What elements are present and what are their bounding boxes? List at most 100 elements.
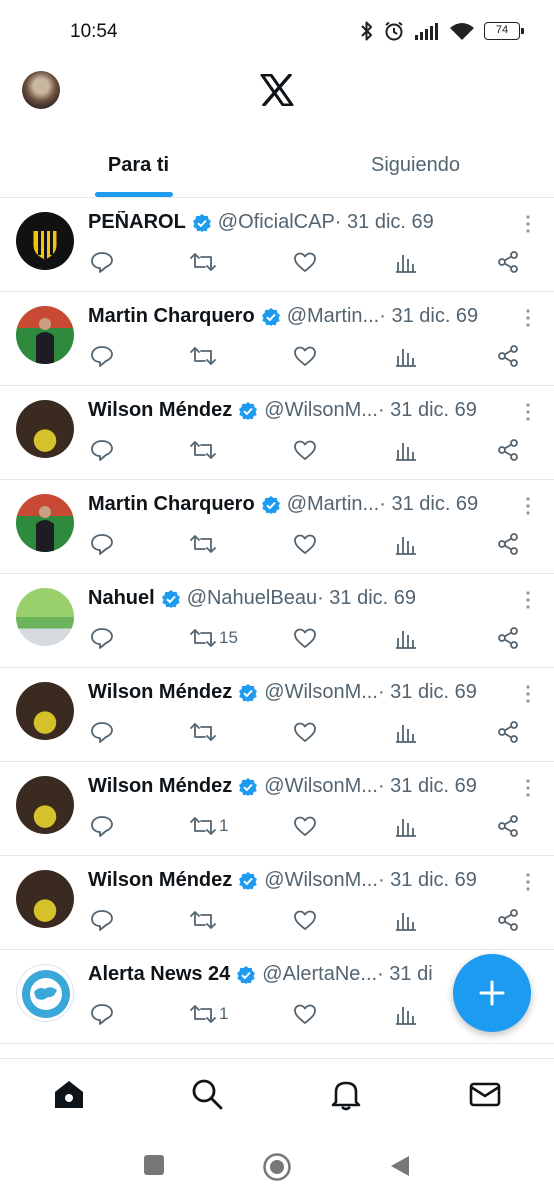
author-handle[interactable]: @NahuelBeau	[187, 587, 317, 610]
reply-button[interactable]	[90, 344, 114, 368]
tab-para-ti[interactable]: Para ti	[0, 130, 277, 197]
retweet-button[interactable]: 1	[190, 814, 228, 838]
tab-siguiendo[interactable]: Siguiendo	[277, 130, 554, 197]
retweet-button[interactable]: 1	[190, 1002, 228, 1026]
author-handle[interactable]: @WilsonM...	[264, 869, 378, 892]
like-button[interactable]	[293, 908, 317, 932]
share-button[interactable]	[496, 908, 520, 932]
retweet-button[interactable]	[190, 438, 219, 462]
like-button[interactable]	[293, 626, 317, 650]
avatar[interactable]	[16, 682, 74, 740]
more-options-icon[interactable]	[526, 497, 530, 515]
nav-home-button[interactable]	[52, 1077, 86, 1116]
recent-apps-button[interactable]	[143, 1154, 165, 1181]
author-name[interactable]: Martin Charquero	[88, 493, 255, 516]
share-button[interactable]	[496, 532, 520, 556]
like-button[interactable]	[293, 532, 317, 556]
more-options-icon[interactable]	[526, 779, 530, 797]
author-name[interactable]: PEÑAROL	[88, 211, 186, 234]
reply-button[interactable]	[90, 626, 114, 650]
avatar[interactable]	[16, 212, 74, 270]
author-handle[interactable]: @OficialCAP	[218, 211, 335, 234]
compose-button[interactable]	[453, 954, 531, 1032]
avatar[interactable]	[16, 964, 74, 1022]
more-options-icon[interactable]	[526, 873, 530, 891]
share-button[interactable]	[496, 250, 520, 274]
avatar[interactable]	[16, 870, 74, 928]
tweet-header: Martin Charquero @Martin... · 31 dic. 69	[88, 493, 506, 516]
avatar[interactable]	[16, 306, 74, 364]
like-button[interactable]	[293, 250, 317, 274]
views-button[interactable]	[395, 344, 417, 368]
retweet-button[interactable]	[190, 720, 219, 744]
more-options-icon[interactable]	[526, 591, 530, 609]
author-name[interactable]: Wilson Méndez	[88, 399, 232, 422]
retweet-button[interactable]	[190, 344, 219, 368]
views-button[interactable]	[395, 626, 417, 650]
like-button[interactable]	[293, 720, 317, 744]
reply-button[interactable]	[90, 720, 114, 744]
avatar[interactable]	[16, 494, 74, 552]
tweet-row[interactable]: Wilson Méndez @WilsonM... · 31 dic. 69	[0, 386, 554, 480]
tweet-row[interactable]: Wilson Méndez @WilsonM... · 31 dic. 69 1	[0, 762, 554, 856]
tweet-row[interactable]: PEÑAROL @OficialCAP · 31 dic. 69	[0, 198, 554, 292]
timeline-feed[interactable]: PEÑAROL @OficialCAP · 31 dic. 69 Martin …	[0, 198, 554, 1058]
share-button[interactable]	[496, 344, 520, 368]
home-system-button[interactable]	[262, 1152, 292, 1187]
nav-messages-button[interactable]	[468, 1077, 502, 1116]
tweet-row[interactable]: Martin Charquero @Martin... · 31 dic. 69	[0, 480, 554, 574]
avatar[interactable]	[16, 776, 74, 834]
retweet-button[interactable]: 15	[190, 626, 238, 650]
author-name[interactable]: Wilson Méndez	[88, 681, 232, 704]
back-button[interactable]	[389, 1154, 411, 1183]
more-options-icon[interactable]	[526, 685, 530, 703]
author-handle[interactable]: @WilsonM...	[264, 775, 378, 798]
views-button[interactable]	[395, 532, 417, 556]
share-button[interactable]	[496, 438, 520, 462]
author-handle[interactable]: @Martin...	[287, 305, 380, 328]
views-button[interactable]	[395, 908, 417, 932]
reply-button[interactable]	[90, 908, 114, 932]
views-button[interactable]	[395, 250, 417, 274]
author-handle[interactable]: @WilsonM...	[264, 681, 378, 704]
author-name[interactable]: Wilson Méndez	[88, 869, 232, 892]
views-button[interactable]	[395, 814, 417, 838]
reply-button[interactable]	[90, 250, 114, 274]
more-options-icon[interactable]	[526, 215, 530, 233]
author-handle[interactable]: @AlertaNe...	[262, 963, 377, 986]
retweet-button[interactable]	[190, 532, 219, 556]
like-button[interactable]	[293, 1002, 317, 1026]
reply-button[interactable]	[90, 438, 114, 462]
share-button[interactable]	[496, 720, 520, 744]
author-name[interactable]: Martin Charquero	[88, 305, 255, 328]
reply-button[interactable]	[90, 814, 114, 838]
retweet-button[interactable]	[190, 250, 219, 274]
author-handle[interactable]: @WilsonM...	[264, 399, 378, 422]
author-name[interactable]: Wilson Méndez	[88, 775, 232, 798]
more-options-icon[interactable]	[526, 403, 530, 421]
author-name[interactable]: Nahuel	[88, 587, 155, 610]
tweet-row[interactable]: Martin Charquero @Martin... · 31 dic. 69	[0, 292, 554, 386]
views-button[interactable]	[395, 438, 417, 462]
share-button[interactable]	[496, 814, 520, 838]
avatar[interactable]	[16, 400, 74, 458]
tweet-row[interactable]: Nahuel @NahuelBeau · 31 dic. 69 15	[0, 574, 554, 668]
like-button[interactable]	[293, 438, 317, 462]
nav-notifications-button[interactable]	[330, 1077, 362, 1116]
avatar[interactable]	[16, 588, 74, 646]
tweet-row[interactable]: Wilson Méndez @WilsonM... · 31 dic. 69	[0, 668, 554, 762]
share-button[interactable]	[496, 626, 520, 650]
nav-search-button[interactable]	[190, 1077, 224, 1116]
like-button[interactable]	[293, 814, 317, 838]
profile-avatar[interactable]	[22, 71, 60, 109]
author-handle[interactable]: @Martin...	[287, 493, 380, 516]
author-name[interactable]: Alerta News 24	[88, 963, 230, 986]
tweet-row[interactable]: Wilson Méndez @WilsonM... · 31 dic. 69	[0, 856, 554, 950]
views-button[interactable]	[395, 720, 417, 744]
views-button[interactable]	[395, 1002, 417, 1026]
reply-button[interactable]	[90, 532, 114, 556]
like-button[interactable]	[293, 344, 317, 368]
reply-button[interactable]	[90, 1002, 114, 1026]
more-options-icon[interactable]	[526, 309, 530, 327]
retweet-button[interactable]	[190, 908, 219, 932]
